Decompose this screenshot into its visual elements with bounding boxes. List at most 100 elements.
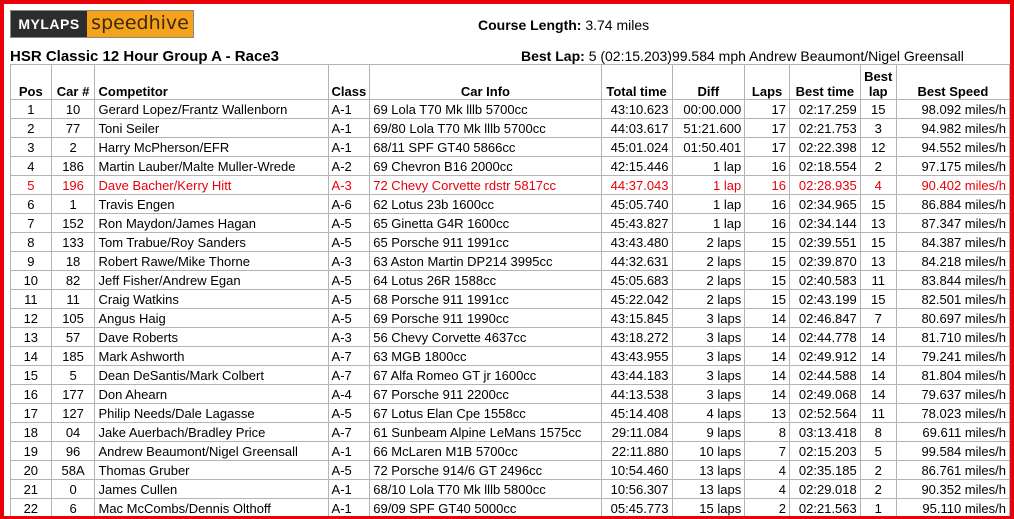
cell-diff: 2 laps <box>671 251 746 271</box>
table-row[interactable]: 21 0 James Cullen A-1 68/10 Lola T70 Mk lllb… <box>10 479 1010 499</box>
table-row[interactable]: 1 10 Gerard Lopez/Frantz Wallenborn A-1 69 L… <box>10 99 1010 119</box>
table-row[interactable]: 3 2 Harry McPherson/EFR A-1 68/11 SPF GT40 5… <box>10 137 1010 157</box>
cell-laps: 14 <box>744 308 790 328</box>
cell-diff: 4 laps <box>671 403 746 423</box>
cell-class: A-4 <box>327 384 371 404</box>
table-row[interactable]: 9 18 Robert Rawe/Mike Thorne A-3 63 Aston Ma… <box>10 251 1010 271</box>
table-row[interactable]: 12 105 Angus Haig A-5 69 Porsche 911 1990cc 4… <box>10 308 1010 328</box>
header-pos[interactable]: Pos <box>10 64 52 100</box>
cell-pos: 5 <box>10 175 52 195</box>
header-car[interactable]: Car # <box>50 64 96 100</box>
cell-best-speed: 81.710 miles/h <box>895 327 1010 347</box>
header-laps[interactable]: Laps <box>744 64 790 100</box>
table-row[interactable]: 8 133 Tom Trabue/Roy Sanders A-5 65 Porsche … <box>10 232 1010 252</box>
cell-car: 57 <box>50 327 96 347</box>
cell-pos: 7 <box>10 213 52 233</box>
cell-diff: 13 laps <box>671 460 746 480</box>
cell-laps: 4 <box>744 460 790 480</box>
header-best-lap-line1: Best <box>864 69 893 84</box>
table-row[interactable]: 10 82 Jeff Fisher/Andrew Egan A-5 64 Lotus 2… <box>10 270 1010 290</box>
cell-class: A-1 <box>327 498 371 516</box>
cell-best-time: 02:18.554 <box>788 156 861 176</box>
cell-car: 185 <box>50 346 96 366</box>
table-row[interactable]: 16 177 Don Ahearn A-4 67 Porsche 911 2200cc 4… <box>10 384 1010 404</box>
cell-best-lap: 14 <box>859 346 897 366</box>
cell-diff: 2 laps <box>671 232 746 252</box>
cell-pos: 13 <box>10 327 52 347</box>
cell-pos: 2 <box>10 118 52 138</box>
cell-pos: 22 <box>10 498 52 516</box>
cell-car-info: 69 Porsche 911 1990cc <box>369 308 602 328</box>
cell-pos: 9 <box>10 251 52 271</box>
table-row[interactable]: 20 58A Thomas Gruber A-5 72 Porsche 914/6 GT… <box>10 460 1010 480</box>
table-row[interactable]: 6 1 Travis Engen A-6 62 Lotus 23b 1600cc 45:0… <box>10 194 1010 214</box>
cell-best-lap: 1 <box>859 498 897 516</box>
table-row[interactable]: 14 185 Mark Ashworth A-7 63 MGB 1800cc 43:43.… <box>10 346 1010 366</box>
cell-pos: 16 <box>10 384 52 404</box>
table-row[interactable]: 13 57 Dave Roberts A-3 56 Chevy Corvette 463… <box>10 327 1010 347</box>
header-best-lap[interactable]: Best lap <box>859 64 897 100</box>
race-title: HSR Classic 12 Hour Group A - Race3 <box>10 48 279 65</box>
table-row[interactable]: 2 77 Toni Seiler A-1 69/80 Lola T70 Mk lllb … <box>10 118 1010 138</box>
cell-competitor: Angus Haig <box>94 308 329 328</box>
cell-best-speed: 80.697 miles/h <box>895 308 1010 328</box>
cell-total-time: 43:18.272 <box>600 327 673 347</box>
cell-best-lap: 2 <box>859 479 897 499</box>
cell-car-info: 68 Porsche 911 1991cc <box>369 289 602 309</box>
cell-best-time: 03:13.418 <box>788 422 861 442</box>
cell-best-speed: 81.804 miles/h <box>895 365 1010 385</box>
cell-diff: 2 laps <box>671 289 746 309</box>
cell-best-time: 02:43.199 <box>788 289 861 309</box>
mylaps-speedhive-logo[interactable]: MYLAPS speedhive <box>10 10 194 38</box>
table-row[interactable]: 7 152 Ron Maydon/James Hagan A-5 65 Ginetta … <box>10 213 1010 233</box>
table-row[interactable]: 19 96 Andrew Beaumont/Nigel Greensall A-1 66… <box>10 441 1010 461</box>
cell-best-lap: 15 <box>859 289 897 309</box>
table-row[interactable]: 4 186 Martin Lauber/Malte Muller-Wrede A-2 6… <box>10 156 1010 176</box>
header-competitor[interactable]: Competitor <box>94 64 329 100</box>
header-class[interactable]: Class <box>327 64 371 100</box>
best-lap-label: Best Lap: <box>521 48 585 64</box>
cell-class: A-5 <box>327 460 371 480</box>
cell-car: 77 <box>50 118 96 138</box>
cell-competitor: Craig Watkins <box>94 289 329 309</box>
cell-total-time: 43:44.183 <box>600 365 673 385</box>
cell-best-lap: 13 <box>859 251 897 271</box>
cell-laps: 14 <box>744 365 790 385</box>
table-row[interactable]: 18 04 Jake Auerbach/Bradley Price A-7 61 Sun… <box>10 422 1010 442</box>
table-row[interactable]: 22 6 Mac McCombs/Dennis Olthoff A-1 69/09 SP… <box>10 498 1010 516</box>
cell-class: A-1 <box>327 137 371 157</box>
speedhive-logo-text: speedhive <box>87 11 193 37</box>
table-row[interactable]: 17 127 Philip Needs/Dale Lagasse A-5 67 Lotu… <box>10 403 1010 423</box>
cell-total-time: 10:54.460 <box>600 460 673 480</box>
cell-laps: 14 <box>744 327 790 347</box>
table-row[interactable]: 5 196 Dave Bacher/Kerry Hitt A-3 72 Chevy Co… <box>10 175 1010 195</box>
cell-class: A-3 <box>327 327 371 347</box>
cell-total-time: 29:11.084 <box>600 422 673 442</box>
cell-competitor: Gerard Lopez/Frantz Wallenborn <box>94 99 329 119</box>
table-row[interactable]: 15 5 Dean DeSantis/Mark Colbert A-7 67 Alfa … <box>10 365 1010 385</box>
cell-diff: 01:50.401 <box>671 137 746 157</box>
header-diff[interactable]: Diff <box>671 64 746 100</box>
cell-competitor: Andrew Beaumont/Nigel Greensall <box>94 441 329 461</box>
cell-class: A-5 <box>327 289 371 309</box>
header-car-info[interactable]: Car Info <box>369 64 602 100</box>
cell-laps: 16 <box>744 156 790 176</box>
cell-best-speed: 94.552 miles/h <box>895 137 1010 157</box>
cell-best-lap: 8 <box>859 422 897 442</box>
header-total-time[interactable]: Total time <box>600 64 673 100</box>
cell-pos: 6 <box>10 194 52 214</box>
cell-diff: 3 laps <box>671 346 746 366</box>
cell-laps: 14 <box>744 346 790 366</box>
cell-competitor: Dean DeSantis/Mark Colbert <box>94 365 329 385</box>
cell-laps: 16 <box>744 213 790 233</box>
cell-car: 133 <box>50 232 96 252</box>
cell-laps: 16 <box>744 175 790 195</box>
header-best-time[interactable]: Best time <box>788 64 861 100</box>
table-row[interactable]: 11 11 Craig Watkins A-5 68 Porsche 911 1991c… <box>10 289 1010 309</box>
cell-best-speed: 98.092 miles/h <box>895 99 1010 119</box>
cell-best-time: 02:21.563 <box>788 498 861 516</box>
cell-best-speed: 87.347 miles/h <box>895 213 1010 233</box>
header-best-speed[interactable]: Best Speed <box>895 64 1010 100</box>
cell-pos: 8 <box>10 232 52 252</box>
cell-total-time: 44:03.617 <box>600 118 673 138</box>
